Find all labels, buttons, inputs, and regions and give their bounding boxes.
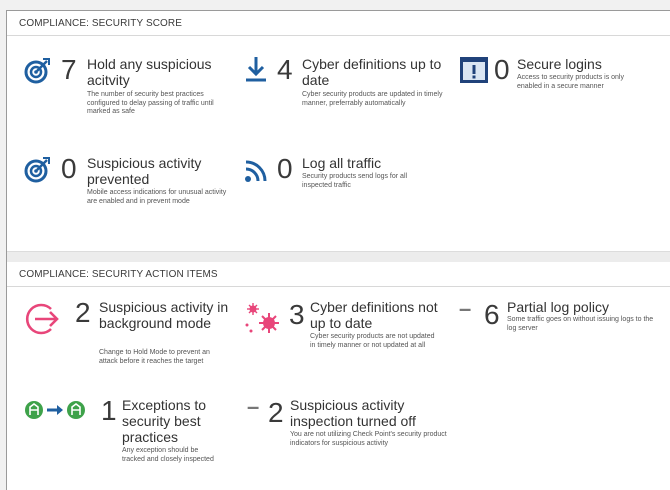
score-title: Secure logins — [517, 56, 602, 72]
signal-icon — [245, 160, 267, 182]
score-description: The number of security best practices co… — [87, 91, 214, 115]
dashboard-frame: COMPLIANCE: SECURITY SCORE 7 Hold any su… — [6, 10, 670, 490]
dash-icon: – — [459, 296, 472, 321]
score-title: Cyber definitions up to date — [302, 56, 442, 88]
target-icon — [24, 157, 50, 183]
action-title: Cyber definitions not up to date — [310, 299, 438, 331]
score-description: Mobile access indications for unusual ac… — [87, 189, 227, 205]
score-count: 7 — [61, 54, 77, 85]
virus-icon — [245, 303, 279, 333]
score-count: 0 — [61, 153, 77, 184]
action-description: Any exception should be tracked and clos… — [122, 447, 214, 463]
exception-flow-icon — [25, 401, 85, 419]
dash-icon: – — [247, 394, 260, 419]
score-count: 0 — [277, 153, 293, 184]
action-title: Suspicious activity in background mode — [99, 299, 229, 331]
security-action-items-header: COMPLIANCE: SECURITY ACTION ITEMS — [7, 262, 670, 287]
score-title: Log all traffic — [302, 155, 382, 171]
enter-arrow-icon — [25, 303, 59, 335]
score-count: 4 — [277, 54, 293, 85]
action-description: Some traffic goes on without issuing log… — [507, 316, 654, 332]
action-title: Suspicious activity inspection turned of… — [290, 397, 416, 429]
score-title: Hold any suspicious acitvity — [87, 56, 212, 88]
action-count: 1 — [101, 395, 117, 426]
action-description: You are not utilizing Check Point's secu… — [290, 431, 447, 447]
action-count: 6 — [484, 299, 500, 330]
score-description: Security products send logs for all insp… — [302, 173, 408, 189]
action-count: 3 — [289, 299, 305, 330]
action-count: 2 — [75, 297, 91, 328]
action-title: Exceptions to security best practices — [122, 397, 207, 445]
download-icon — [246, 57, 266, 82]
section-title: COMPLIANCE: SECURITY SCORE — [19, 18, 183, 29]
action-count: 2 — [268, 397, 284, 428]
alert-window-icon — [460, 57, 488, 83]
section-title: COMPLIANCE: SECURITY ACTION ITEMS — [19, 269, 218, 280]
action-title: Partial log policy — [507, 299, 609, 315]
score-count: 0 — [494, 54, 510, 85]
score-description: Access to security products is only enab… — [517, 74, 624, 90]
security-score-header: COMPLIANCE: SECURITY SCORE — [7, 11, 670, 36]
action-description: Change to Hold Mode to prevent an attack… — [99, 349, 210, 365]
target-icon — [24, 58, 50, 84]
score-title: Suspicious activity prevented — [87, 155, 202, 187]
score-description: Cyber security products are updated in t… — [302, 91, 443, 107]
action-description: Cyber security products are not updated … — [310, 333, 435, 349]
